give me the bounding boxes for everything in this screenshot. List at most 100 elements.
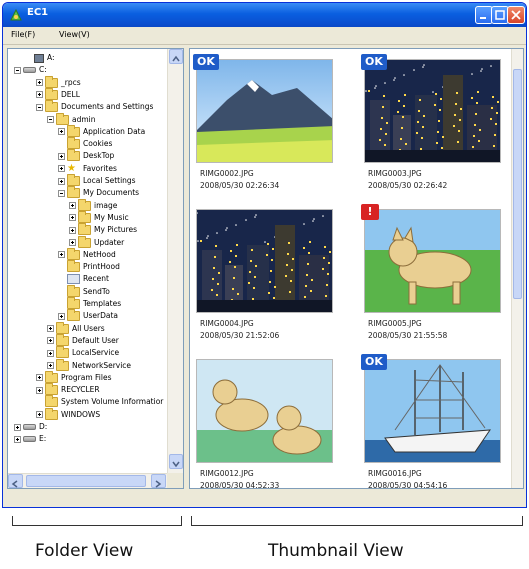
drive-icon [23,67,36,74]
tree-node[interactable]: Updater [69,235,124,249]
thumbnail-card[interactable]: OK RIMG0016.JPG 2008/05/30 04:54:16 [361,354,514,488]
expand-icon[interactable] [36,91,43,99]
folder-icon [67,247,80,260]
tree-node[interactable]: My Music [69,210,129,224]
thumbnail-card[interactable]: ! RIMG0005.JPG 2008/05/30 21:55:58 [361,204,514,340]
expand-icon[interactable] [47,349,54,357]
status-bar [7,492,524,506]
expand-icon[interactable] [36,411,43,419]
folder-horizontal-scrollbar[interactable] [8,473,168,488]
scroll-right-button[interactable] [151,474,166,488]
tree-node-label: Documents and Settings [61,102,154,112]
tree-node[interactable]: E: [14,433,46,445]
tree-node[interactable]: UserData [58,309,119,322]
expand-icon[interactable] [58,251,65,259]
chevron-left-icon [11,480,18,488]
scroll-left-button[interactable] [8,474,23,488]
title-bar[interactable]: EC1 [3,3,526,27]
collapse-icon[interactable] [47,116,54,123]
menu-view[interactable]: View(V) [59,30,90,39]
folder-icon [67,297,80,309]
thumbnail-card[interactable]: RIMG0004.JPG 2008/05/30 21:52:06 [196,209,346,340]
expand-icon[interactable] [14,423,21,431]
expand-icon[interactable] [47,362,54,369]
tree-node[interactable]: Default User [47,333,119,347]
tree-node[interactable]: System Volume Informatior [36,395,163,408]
tree-node[interactable]: LocalService [47,346,119,359]
tree-node[interactable]: Application Data [58,124,145,138]
tree-node[interactable]: Program Files [36,370,112,384]
tree-node[interactable]: RECYCLER [36,383,100,396]
thumbnail-card[interactable]: RIMG0012.JPG 2008/05/30 04:52:33 [196,359,346,488]
tree-node[interactable]: DeskTop [58,149,114,162]
tree-node[interactable]: PrintHood [58,260,120,273]
horizontal-scroll-thumb[interactable] [26,475,146,487]
expand-icon[interactable] [36,374,43,382]
minimize-icon [480,17,486,19]
collapse-icon[interactable] [14,66,21,74]
tree-node[interactable]: D: [14,421,47,433]
tree-node-label: Favorites [83,163,117,173]
thumbnail-card[interactable]: OK RIMG0003.JPG 2008/05/30 02:26:42 [361,54,514,190]
tree-node-label: My Documents [83,188,140,198]
expand-icon[interactable] [69,239,76,246]
tree-node[interactable]: Recent [58,273,109,285]
scroll-down-button[interactable] [169,454,183,469]
expand-icon[interactable] [36,386,43,394]
expand-icon[interactable] [69,202,76,210]
expand-icon[interactable] [69,226,76,234]
tree-node[interactable]: NetHood [58,247,116,261]
tree-node[interactable]: admin [47,112,96,126]
expand-icon[interactable] [36,79,43,87]
expand-icon[interactable] [58,128,65,136]
tree-node[interactable]: A: [25,52,55,64]
expand-icon[interactable] [69,214,76,222]
expand-icon[interactable] [58,152,65,160]
expand-icon[interactable] [47,337,54,345]
tree-node[interactable]: _rpcs [36,75,81,89]
tree-node[interactable]: Documents and Settings [36,100,154,113]
folder-icon [78,235,91,248]
floppy-drive-icon [34,53,44,63]
thumbnail-date: 2008/05/30 02:26:34 [200,181,280,190]
thumbnail-image[interactable] [196,59,333,163]
thumbnail-vertical-scrollbar[interactable] [511,49,523,488]
tree-node[interactable]: My Pictures [69,223,137,236]
thumbnail-image[interactable] [364,209,501,313]
menu-bar: File(F) View(V) [3,27,526,45]
tree-node[interactable]: My Documents [58,186,140,199]
expand-icon[interactable] [58,165,65,173]
expand-icon[interactable] [58,177,65,185]
tree-node[interactable]: DELL [36,87,80,101]
tree-node[interactable]: ★ Favorites [58,163,117,175]
folder-vertical-scrollbar[interactable] [167,49,183,475]
ok-badge: OK [193,54,219,70]
tree-node[interactable]: image [69,198,117,212]
expand-icon[interactable] [14,435,21,443]
tree-node[interactable]: WINDOWS [36,407,100,421]
tree-node[interactable]: Local Settings [58,174,136,187]
expand-icon[interactable] [47,325,54,333]
expand-icon[interactable] [58,312,65,320]
close-button[interactable] [507,6,525,24]
thumbnail-image[interactable] [364,359,501,463]
collapse-icon[interactable] [36,103,43,111]
vertical-scroll-thumb[interactable] [513,69,522,299]
tree-node[interactable]: C: [14,64,47,76]
tree-node[interactable]: Templates [58,297,121,310]
thumbnail-card[interactable]: OK RIMG0002.JPG 2008/05/30 02:26:34 [193,54,346,190]
thumbnail-image[interactable] [364,59,501,163]
thumbnail-image[interactable] [196,359,333,463]
tree-node[interactable]: All Users [47,321,105,335]
menu-file[interactable]: File(F) [11,30,35,39]
thumbnail-image[interactable] [196,209,333,313]
scroll-up-button[interactable] [169,49,183,64]
tree-node-label: RECYCLER [61,385,100,395]
tree-node[interactable]: Cookies [58,137,112,150]
tree-node[interactable]: SendTo [58,284,110,298]
tree-node[interactable]: NetworkService [47,358,131,372]
tree-node-label: UserData [83,311,119,321]
collapse-icon[interactable] [58,189,65,197]
